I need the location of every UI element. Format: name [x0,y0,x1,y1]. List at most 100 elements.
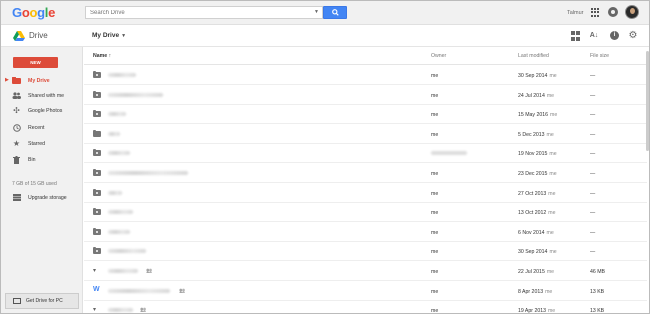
sidebar-item-my-drive[interactable]: ▶ My Drive [1,73,83,88]
expand-arrow-icon[interactable]: ▶ [5,77,9,83]
table-row[interactable]: W 👥 me 8 Apr 2013 me 13 KB [84,282,647,301]
search-icon [331,9,339,16]
file-name-redacted[interactable] [108,190,122,195]
file-size-cell: — [590,131,596,138]
file-size-cell: 13 KB [590,288,605,295]
file-name-redacted[interactable] [108,151,130,156]
file-name-redacted[interactable] [108,92,163,97]
settings-gear-icon[interactable]: ⚙ [628,31,638,41]
owner-cell: me [431,190,439,197]
table-row[interactable]: me 13 Oct 2012 me — [84,203,647,223]
search-button[interactable] [323,6,347,19]
clock-icon [12,123,21,132]
apps-grid-icon[interactable] [591,8,600,17]
table-row[interactable]: ▾ 👥 me 22 Jul 2015 me 46 MB [84,262,647,281]
file-name-redacted[interactable] [108,269,138,273]
modified-cell: 22 Jul 2015 me [518,269,554,275]
folder-icon [93,129,101,137]
file-list: Name ↑ Owner Last modified File size me 3… [84,47,647,313]
new-button[interactable]: NEW [13,57,58,68]
table-row[interactable]: 19 Nov 2015 me — [84,144,647,164]
sidebar-item-label: Shared with me [28,92,65,99]
modified-by: me [546,229,554,236]
sidebar: NEW ▶ My Drive Shared with me ✣ Google P… [1,47,83,313]
owner-cell: me [431,249,439,256]
file-name-redacted[interactable] [108,229,130,234]
file-name-redacted[interactable] [108,288,170,293]
upgrade-storage-link[interactable]: Upgrade storage [1,190,83,205]
file-name-redacted[interactable] [108,131,120,136]
size-column-header[interactable]: File size [590,53,609,59]
table-row[interactable]: me 15 May 2016 me — [84,105,647,125]
file-icon: ▾ [93,268,97,274]
file-name-redacted[interactable] [108,308,133,313]
name-column-header[interactable]: Name ↑ [93,53,111,59]
sub-bar: Drive My Drive ▼ A↓ i ⚙ [1,26,649,47]
file-size-cell: — [590,92,596,99]
info-icon[interactable]: i [610,31,619,40]
table-row[interactable]: me 24 Jul 2014 me — [84,86,647,105]
modified-date: 19 Apr 2013 [518,308,546,314]
avatar[interactable] [625,5,639,19]
sidebar-item-shared[interactable]: Shared with me [1,88,83,103]
sidebar-item-bin[interactable]: Bin [1,152,83,167]
owner-cell: me [431,229,439,236]
modified-by: me [549,249,557,256]
grid-view-icon[interactable] [571,31,581,41]
location-menu[interactable]: My Drive ▼ [92,32,126,39]
sort-az-icon[interactable]: A↓ [589,31,599,41]
shared-folder-icon [93,110,101,118]
storage-icon [12,193,21,202]
shared-people-icon: 👥 [146,268,153,274]
modified-date: 6 Nov 2014 [518,229,545,236]
shared-folder-icon [93,71,101,78]
user-name[interactable]: Talmur [567,10,584,16]
owner-cell: me [431,288,439,295]
notifications-icon[interactable] [608,7,618,17]
sidebar-item-recent[interactable]: Recent [1,120,83,135]
search-input[interactable] [86,7,306,18]
owner-cell: me [431,92,439,99]
modified-by: me [550,112,558,119]
get-drive-button[interactable]: Get Drive for PC [5,293,79,309]
table-row[interactable]: me 27 Oct 2013 me — [84,184,647,203]
modified-cell: 30 Sep 2014 me [518,73,557,79]
sidebar-item-starred[interactable]: ★ Starred [1,136,83,151]
scrollbar[interactable] [646,51,649,151]
table-row[interactable]: me 5 Dec 2013 me — [84,125,647,144]
shared-people-icon: 👥 [179,287,186,294]
modified-date: 22 Jul 2015 [518,269,545,275]
modified-by: me [546,269,555,275]
table-row[interactable]: me 23 Dec 2015 me — [84,164,647,183]
table-row[interactable]: me 30 Sep 2014 me — [84,66,647,85]
table-row[interactable]: ▾ 👥 me 19 Apr 2013 me 13 KB [84,301,647,314]
table-row[interactable]: me 6 Nov 2014 me — [84,223,647,242]
file-list-header: Name ↑ Owner Last modified File size [84,47,647,65]
get-drive-label: Get Drive for PC [26,298,63,304]
file-name-redacted[interactable] [108,171,188,175]
file-name-redacted[interactable] [108,73,136,77]
document-icon: W [93,285,100,293]
sidebar-item-photos[interactable]: ✣ Google Photos [1,103,83,118]
pinwheel-icon: ✣ [13,106,20,115]
shared-folder-icon [93,247,101,255]
owner-cell: me [431,269,439,275]
file-name-redacted[interactable] [108,112,126,117]
upgrade-storage-label: Upgrade storage [28,194,67,201]
modified-by: me [546,131,554,138]
file-size-cell: — [590,171,596,177]
app-title[interactable]: Drive [29,31,48,40]
table-row[interactable]: me 30 Sep 2014 me — [84,242,647,262]
file-size-cell: 46 MB [590,269,605,275]
google-logo[interactable]: Google [12,5,55,20]
owner-column-header[interactable]: Owner [431,53,446,59]
modified-column-header[interactable]: Last modified [518,53,549,59]
sidebar-item-label: Starred [28,140,46,147]
file-name-redacted[interactable] [108,210,133,215]
monitor-icon [13,298,21,304]
search-options-icon[interactable]: ▼ [314,9,319,15]
file-name-redacted[interactable] [108,249,146,254]
owner-redacted [431,151,467,156]
owner-cell: me [431,308,439,314]
modified-cell: 27 Oct 2013 me [518,191,555,197]
